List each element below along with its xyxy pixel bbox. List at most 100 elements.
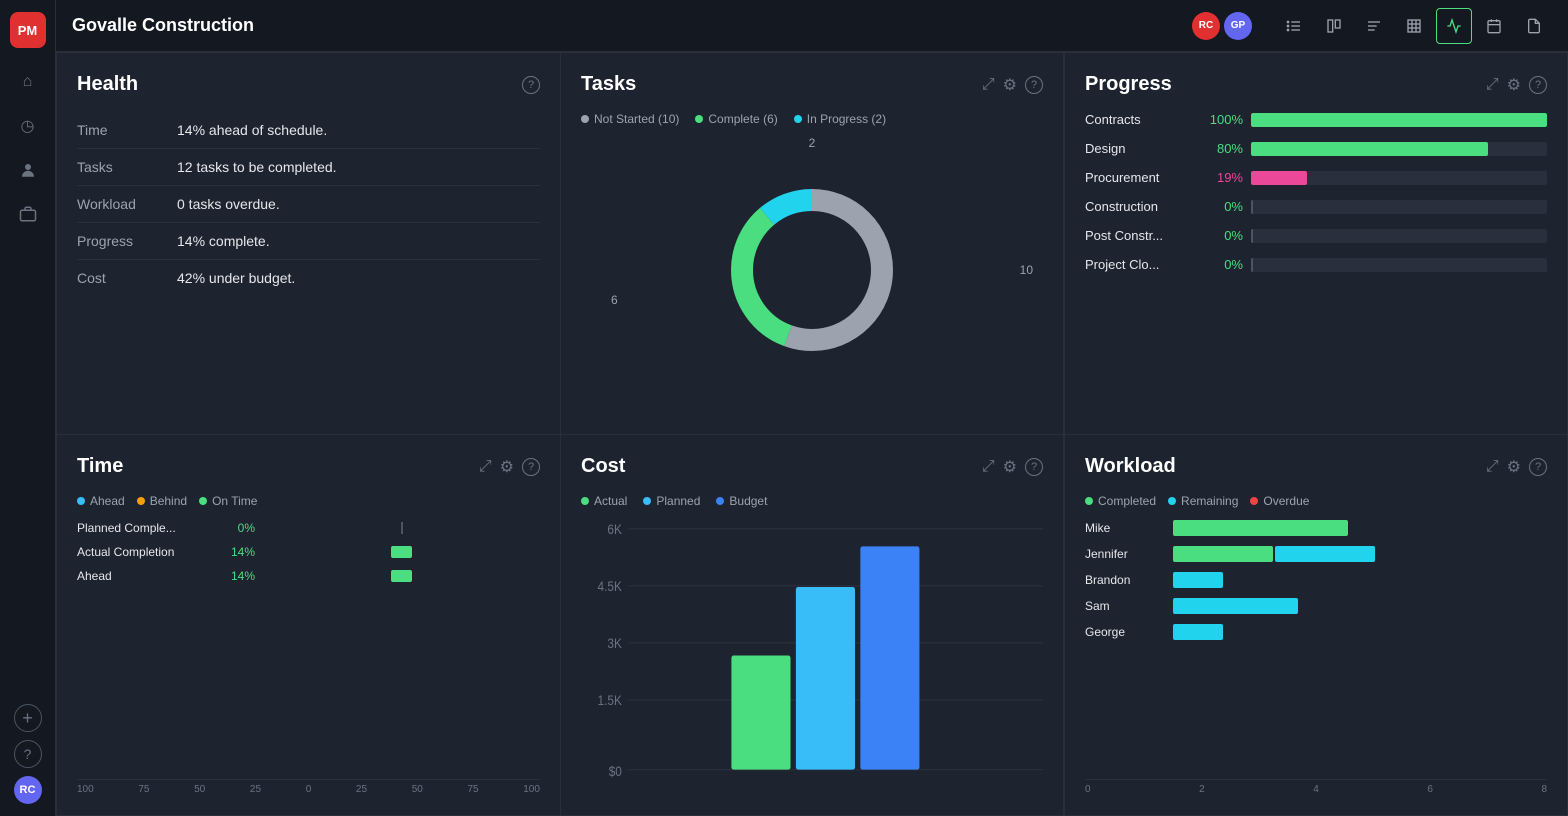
workload-expand-icon[interactable]: ⤢ — [1486, 458, 1499, 476]
workload-bars — [1173, 598, 1547, 614]
workload-help-icon[interactable]: ? — [1529, 458, 1547, 476]
tasks-settings-icon[interactable]: ⚙ — [1003, 75, 1017, 95]
time-help-icon[interactable]: ? — [522, 458, 540, 476]
time-settings-icon[interactable]: ⚙ — [500, 457, 514, 477]
progress-row: Design 80% — [1085, 141, 1547, 156]
legend-label: Complete (6) — [708, 112, 777, 126]
legend-dot — [794, 115, 802, 123]
progress-panel: Progress ⤢ ⚙ ? Contracts 100% Design 80%… — [1064, 52, 1568, 434]
health-row-value: 12 tasks to be completed. — [177, 149, 540, 186]
health-row: Tasks12 tasks to be completed. — [77, 149, 540, 186]
doc-view-btn[interactable] — [1516, 8, 1552, 44]
avatar-gp[interactable]: GP — [1224, 12, 1252, 40]
progress-expand-icon[interactable]: ⤢ — [1486, 76, 1499, 94]
timeline-view-btn[interactable] — [1356, 8, 1392, 44]
workload-axis-label: 4 — [1313, 784, 1319, 795]
sidebar-icon-home[interactable]: ⌂ — [10, 64, 46, 100]
health-help-icon[interactable]: ? — [522, 76, 540, 94]
workload-bars — [1173, 572, 1547, 588]
time-axis-label: 75 — [138, 784, 149, 795]
page-title: Govalle Construction — [72, 15, 1180, 36]
time-legend-item: Behind — [137, 494, 187, 508]
tasks-help-icon[interactable]: ? — [1025, 76, 1043, 94]
time-panel-icons: ⤢ ⚙ ? — [479, 457, 540, 477]
sidebar-icon-people[interactable] — [10, 152, 46, 188]
workload-remaining-bar — [1173, 598, 1298, 614]
time-axis: 1007550250255075100 — [77, 779, 540, 795]
sidebar-icon-add[interactable]: + — [14, 704, 42, 732]
health-row: Progress14% complete. — [77, 223, 540, 260]
progress-row-pct: 0% — [1203, 199, 1243, 214]
health-row-label: Workload — [77, 186, 177, 223]
progress-bar-track — [1251, 229, 1547, 243]
time-axis-label: 0 — [306, 784, 312, 795]
sidebar: PM ⌂ ◷ + ? RC — [0, 0, 56, 816]
workload-row: Mike — [1085, 520, 1547, 536]
workload-settings-icon[interactable]: ⚙ — [1507, 457, 1521, 477]
workload-remaining-bar — [1275, 546, 1375, 562]
time-rows: Planned Comple... 0% Actual Completion 1… — [77, 520, 540, 771]
time-axis-label: 100 — [77, 784, 94, 795]
time-axis-label: 25 — [356, 784, 367, 795]
workload-row-name: Jennifer — [1085, 547, 1165, 561]
user-avatar[interactable]: RC — [14, 776, 42, 804]
progress-bar-track — [1251, 258, 1547, 272]
progress-title: Progress — [1085, 73, 1172, 96]
workload-row: Brandon — [1085, 572, 1547, 588]
svg-text:4.5K: 4.5K — [598, 578, 623, 594]
tasks-expand-icon[interactable]: ⤢ — [982, 76, 995, 94]
svg-text:$0: $0 — [609, 763, 622, 779]
progress-settings-icon[interactable]: ⚙ — [1507, 75, 1521, 95]
dashboard-view-btn[interactable] — [1436, 8, 1472, 44]
sidebar-icon-briefcase[interactable] — [10, 196, 46, 232]
workload-axis-label: 0 — [1085, 784, 1091, 795]
progress-row-label: Contracts — [1085, 112, 1195, 127]
board-view-btn[interactable] — [1316, 8, 1352, 44]
progress-row-pct: 19% — [1203, 170, 1243, 185]
workload-axis-label: 2 — [1199, 784, 1205, 795]
time-row-pct: 14% — [215, 545, 255, 559]
cost-panel-icons: ⤢ ⚙ ? — [982, 457, 1043, 477]
avatar-rc[interactable]: RC — [1192, 12, 1220, 40]
time-row-label: Planned Comple... — [77, 521, 207, 535]
cost-settings-icon[interactable]: ⚙ — [1003, 457, 1017, 477]
workload-completed-bar — [1173, 520, 1348, 536]
health-row-label: Tasks — [77, 149, 177, 186]
workload-legend-item: Overdue — [1250, 494, 1309, 508]
time-legend: AheadBehindOn Time — [77, 494, 540, 508]
workload-legend: CompletedRemainingOverdue — [1085, 494, 1547, 508]
sidebar-icon-clock[interactable]: ◷ — [10, 108, 46, 144]
workload-row-name: Mike — [1085, 521, 1165, 535]
table-view-btn[interactable] — [1396, 8, 1432, 44]
sidebar-icon-help[interactable]: ? — [14, 740, 42, 768]
health-row-value: 14% complete. — [177, 223, 540, 260]
svg-text:3K: 3K — [607, 635, 622, 651]
cost-panel: Cost ⤢ ⚙ ? ActualPlannedBudget — [560, 434, 1064, 816]
health-table: Time14% ahead of schedule.Tasks12 tasks … — [77, 112, 540, 296]
list-view-btn[interactable] — [1276, 8, 1312, 44]
progress-row-label: Design — [1085, 141, 1195, 156]
calendar-view-btn[interactable] — [1476, 8, 1512, 44]
progress-row-label: Procurement — [1085, 170, 1195, 185]
workload-row: Jennifer — [1085, 546, 1547, 562]
progress-row-label: Construction — [1085, 199, 1195, 214]
time-title: Time — [77, 455, 123, 478]
time-legend-item: Ahead — [77, 494, 125, 508]
cost-help-icon[interactable]: ? — [1025, 458, 1043, 476]
legend-label: In Progress (2) — [807, 112, 886, 126]
workload-row-name: Brandon — [1085, 573, 1165, 587]
progress-row-pct: 80% — [1203, 141, 1243, 156]
workload-row-name: Sam — [1085, 599, 1165, 613]
tasks-legend: Not Started (10)Complete (6)In Progress … — [581, 112, 1043, 126]
donut-label-right: 10 — [1020, 263, 1033, 277]
time-axis-label: 100 — [523, 784, 540, 795]
time-expand-icon[interactable]: ⤢ — [479, 458, 492, 476]
donut-svg — [712, 170, 912, 370]
time-bar-area — [263, 568, 540, 584]
health-title: Health — [77, 73, 138, 96]
cost-expand-icon[interactable]: ⤢ — [982, 458, 995, 476]
progress-help-icon[interactable]: ? — [1529, 76, 1547, 94]
app-logo[interactable]: PM — [10, 12, 46, 48]
svg-text:6K: 6K — [607, 521, 622, 537]
time-row-label: Actual Completion — [77, 545, 207, 559]
